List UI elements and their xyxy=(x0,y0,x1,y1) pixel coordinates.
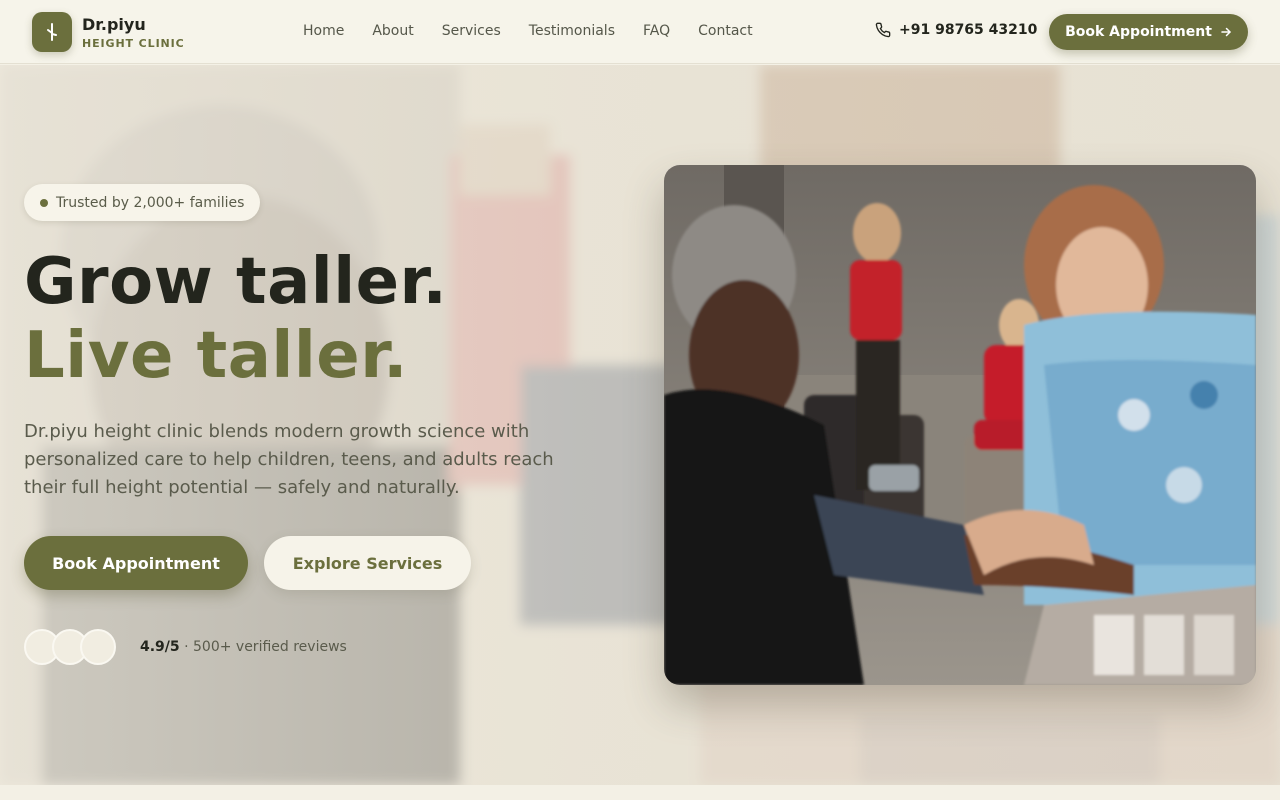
rating-summary: 4.9/5 · 500+ verified reviews xyxy=(140,639,347,655)
trust-badge: Trusted by 2,000+ families xyxy=(24,184,261,221)
hero-description: Dr.piyu height clinic blends modern grow… xyxy=(24,421,554,498)
nav-link-contact[interactable]: Contact xyxy=(698,23,752,39)
next-section-edge xyxy=(0,785,1280,800)
header-cta-label: Book Appointment xyxy=(1065,24,1212,40)
phone-link[interactable]: +91 98765 43210 xyxy=(875,22,1037,38)
arrow-right-icon xyxy=(1221,27,1231,37)
header-book-appointment-button[interactable]: Book Appointment xyxy=(1049,14,1248,50)
hero-headline-line2: Live taller. xyxy=(24,319,408,393)
hero-headline-line1: Grow taller. xyxy=(24,245,448,319)
explore-services-button[interactable]: Explore Services xyxy=(264,536,471,590)
phone-icon xyxy=(875,22,891,38)
person-growth-icon xyxy=(47,23,57,41)
hero-section: Trusted by 2,000+ families Grow taller. … xyxy=(0,65,1280,785)
hero-book-appointment-button[interactable]: Book Appointment xyxy=(24,536,248,590)
nav-link-about[interactable]: About xyxy=(372,23,413,39)
phone-number: +91 98765 43210 xyxy=(899,22,1038,38)
reviewer-avatars xyxy=(24,629,124,667)
site-header: Dr.piyu HEIGHT CLINIC Home About Service… xyxy=(0,0,1280,64)
brand-name[interactable]: Dr.piyu xyxy=(82,15,146,34)
logo-badge[interactable] xyxy=(32,12,72,52)
hero-photo xyxy=(664,165,1256,685)
trust-badge-text: Trusted by 2,000+ families xyxy=(56,194,245,211)
nav-link-testimonials[interactable]: Testimonials xyxy=(529,23,615,39)
clinic-photo-image xyxy=(664,165,1256,685)
nav-link-services[interactable]: Services xyxy=(442,23,501,39)
brand-subtitle: HEIGHT CLINIC xyxy=(82,37,185,50)
status-dot-icon xyxy=(40,198,48,207)
rating-score: 4.9/5 xyxy=(140,639,180,655)
rating-reviews: · 500+ verified reviews xyxy=(184,639,347,655)
avatar xyxy=(80,629,116,665)
main-nav: Home About Services Testimonials FAQ Con… xyxy=(303,23,753,39)
nav-link-home[interactable]: Home xyxy=(303,23,344,39)
nav-link-faq[interactable]: FAQ xyxy=(643,23,670,39)
